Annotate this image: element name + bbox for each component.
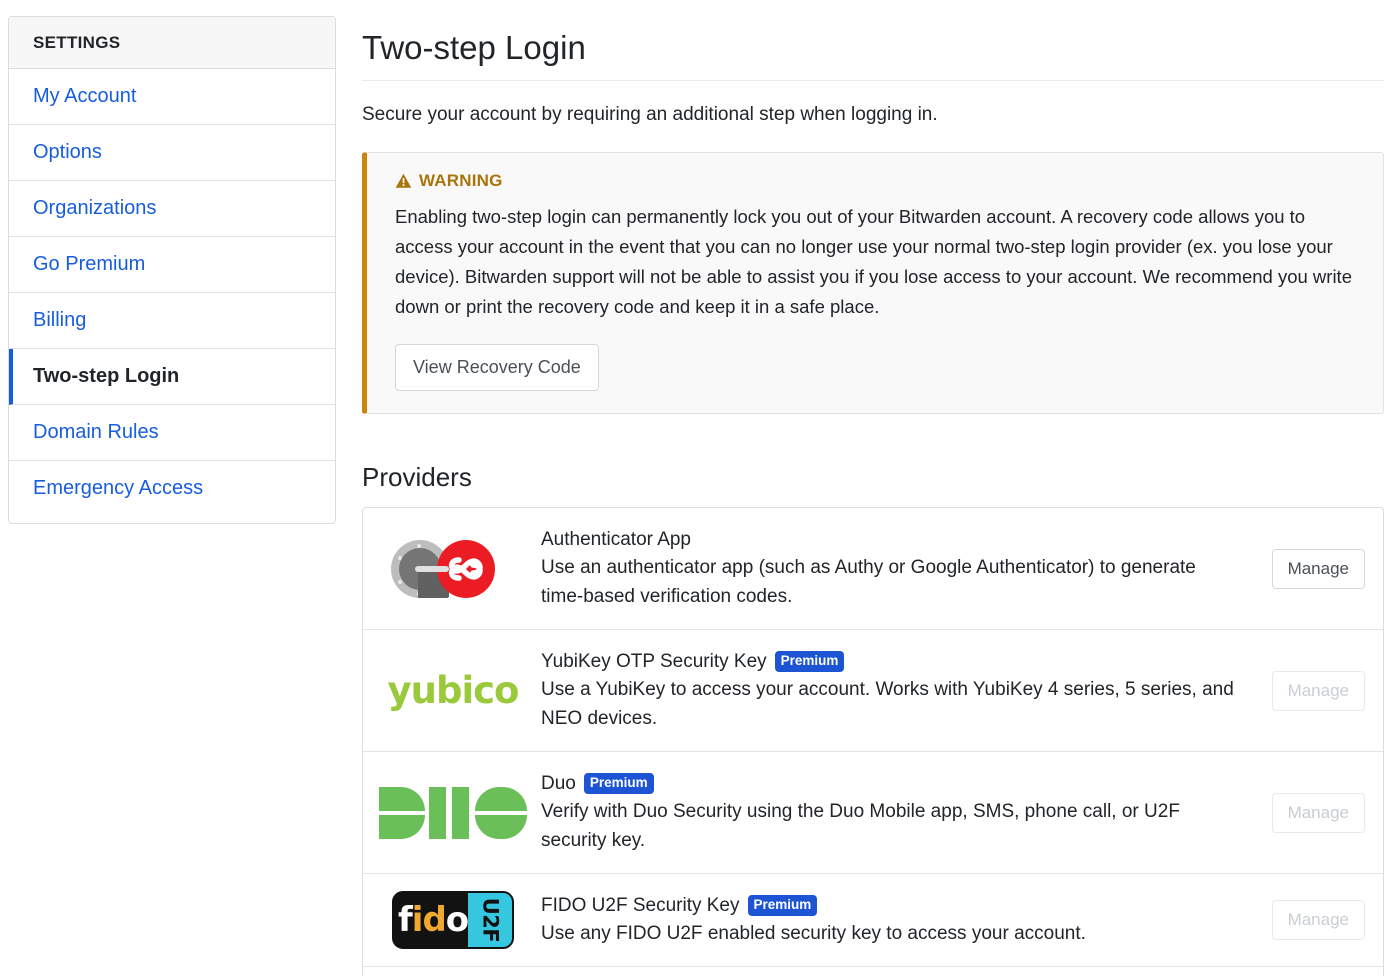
provider-name-row: YubiKey OTP Security Key Premium (541, 648, 1235, 675)
main-content: Two-step Login Secure your account by re… (336, 8, 1392, 976)
premium-badge: Premium (747, 895, 818, 916)
provider-name-row: Duo Premium (541, 770, 1235, 797)
provider-name: FIDO U2F Security Key (541, 895, 740, 916)
sidebar-header: SETTINGS (9, 17, 335, 69)
provider-name-row: FIDO U2F Security Key Premium (541, 892, 1235, 919)
manage-button-authenticator-app[interactable]: Manage (1271, 548, 1365, 589)
manage-button-fido-u2f[interactable]: Manage (1271, 900, 1365, 940)
premium-badge: Premium (583, 773, 654, 794)
provider-info-cell: FIDO U2F Security Key Premium Use any FI… (533, 884, 1253, 956)
provider-info-cell: YubiKey OTP Security Key Premium Use a Y… (533, 640, 1253, 741)
view-recovery-code-button[interactable]: View Recovery Code (395, 344, 599, 391)
provider-action-cell: Manage (1253, 670, 1365, 711)
page-subtitle: Secure your account by requiring an addi… (362, 104, 938, 125)
warning-callout: WARNING Enabling two-step login can perm… (362, 152, 1384, 414)
sidebar-item-emergency-access[interactable]: Emergency Access (9, 461, 335, 516)
provider-info-cell: Duo Premium Verify with Duo Security usi… (533, 762, 1253, 863)
page-title: Two-step Login (362, 28, 1384, 81)
provider-logo-cell (373, 534, 533, 604)
provider-description: Use any FIDO U2F enabled security key to… (541, 923, 1086, 944)
provider-name: Authenticator App (541, 529, 691, 550)
provider-name: Duo (541, 773, 576, 794)
provider-action-cell: Manage (1253, 548, 1365, 589)
provider-logo-cell: f id o U2F (373, 887, 533, 953)
authenticator-app-logo (389, 538, 517, 600)
table-row: Authenticator App Use an authenticator a… (363, 508, 1383, 630)
providers-table: Authenticator App Use an authenticator a… (362, 507, 1384, 976)
duo-logo (379, 784, 527, 842)
sidebar-item-organizations[interactable]: Organizations (9, 181, 335, 237)
provider-logo-cell: yubico (373, 665, 533, 716)
premium-badge: Premium (774, 651, 845, 672)
yubico-logo: yubico (387, 669, 520, 712)
manage-button-yubikey[interactable]: Manage (1271, 670, 1365, 711)
provider-name: YubiKey OTP Security Key (541, 651, 767, 672)
sidebar-item-domain-rules[interactable]: Domain Rules (9, 405, 335, 461)
settings-page: SETTINGS My Account Options Organization… (0, 0, 1400, 976)
sidebar-item-options[interactable]: Options (9, 125, 335, 181)
sidebar-item-go-premium[interactable]: Go Premium (9, 237, 335, 293)
table-row: yubico YubiKey OTP Security Key Premium … (363, 630, 1383, 752)
sidebar-item-two-step-login[interactable]: Two-step Login (9, 349, 335, 405)
table-row: Duo Premium Verify with Duo Security usi… (363, 752, 1383, 874)
manage-button-duo[interactable]: Manage (1271, 792, 1365, 833)
warning-body-text: Enabling two-step login can permanently … (395, 206, 1352, 317)
fido-u2f-logo: f id o U2F (392, 891, 514, 949)
provider-description: Use a YubiKey to access your account. Wo… (541, 679, 1234, 729)
table-row: f id o U2F FIDO U2F Security Key Premium U… (363, 874, 1383, 967)
sidebar-item-my-account[interactable]: My Account (9, 69, 335, 125)
sidebar-item-billing[interactable]: Billing (9, 293, 335, 349)
provider-logo-cell (373, 780, 533, 846)
warning-heading: WARNING (395, 171, 1361, 191)
provider-action-cell: Manage (1253, 792, 1365, 833)
provider-action-cell: Manage (1253, 900, 1365, 940)
warning-heading-text: WARNING (419, 171, 503, 190)
provider-description: Use an authenticator app (such as Authy … (541, 557, 1196, 607)
settings-sidebar: SETTINGS My Account Options Organization… (8, 16, 336, 524)
provider-name-row: Authenticator App (541, 526, 1235, 553)
provider-description: Verify with Duo Security using the Duo M… (541, 801, 1180, 851)
warning-triangle-icon (395, 173, 412, 188)
providers-section-title: Providers (362, 462, 472, 492)
provider-info-cell: Authenticator App Use an authenticator a… (533, 518, 1253, 619)
table-row: 092185 Email Verification codes will be … (363, 967, 1383, 976)
